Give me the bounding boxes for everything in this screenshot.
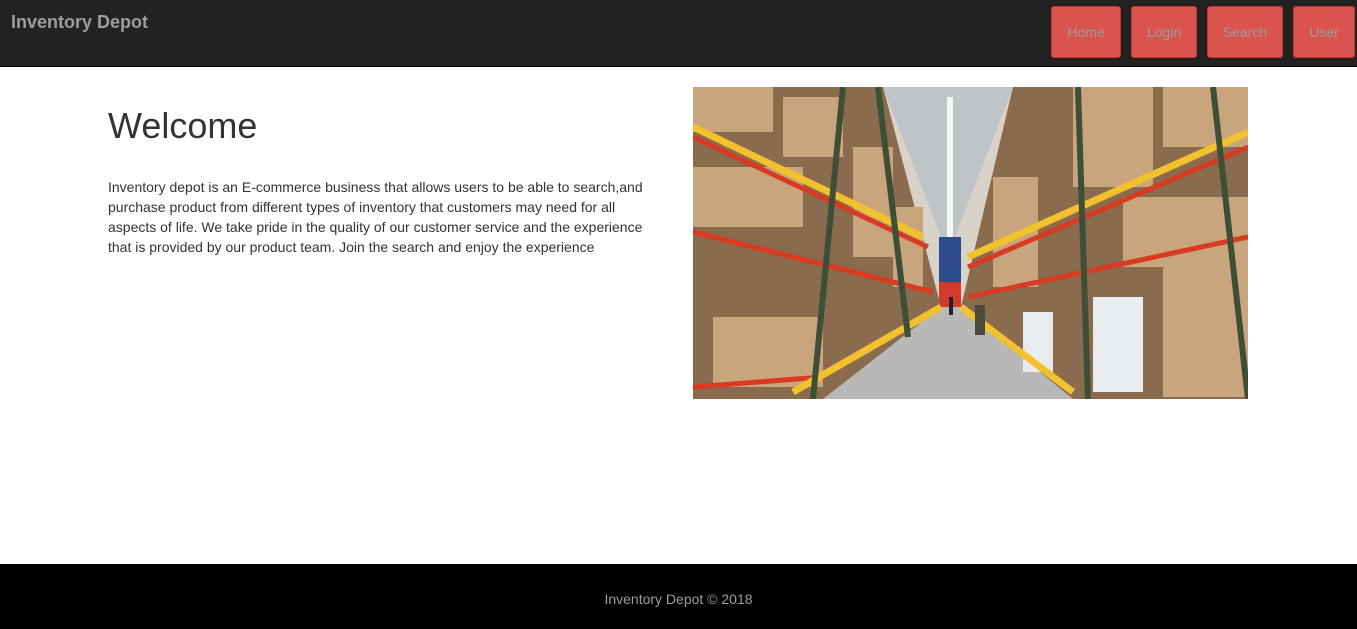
warehouse-illustration	[693, 87, 1248, 399]
user-button[interactable]: User	[1293, 6, 1355, 58]
search-button[interactable]: Search	[1207, 6, 1283, 58]
navbar: Inventory Depot Home Login Search User	[0, 0, 1357, 67]
brand-link[interactable]: Inventory Depot	[11, 12, 148, 33]
page-title: Welcome	[108, 105, 258, 146]
footer: Inventory Depot © 2018	[0, 564, 1357, 629]
home-button[interactable]: Home	[1051, 6, 1121, 58]
intro-paragraph: Inventory depot is an E-commerce busines…	[108, 179, 643, 255]
login-button[interactable]: Login	[1131, 6, 1197, 58]
warehouse-aisle-image	[693, 87, 1248, 399]
footer-copyright: Inventory Depot © 2018	[604, 591, 753, 607]
